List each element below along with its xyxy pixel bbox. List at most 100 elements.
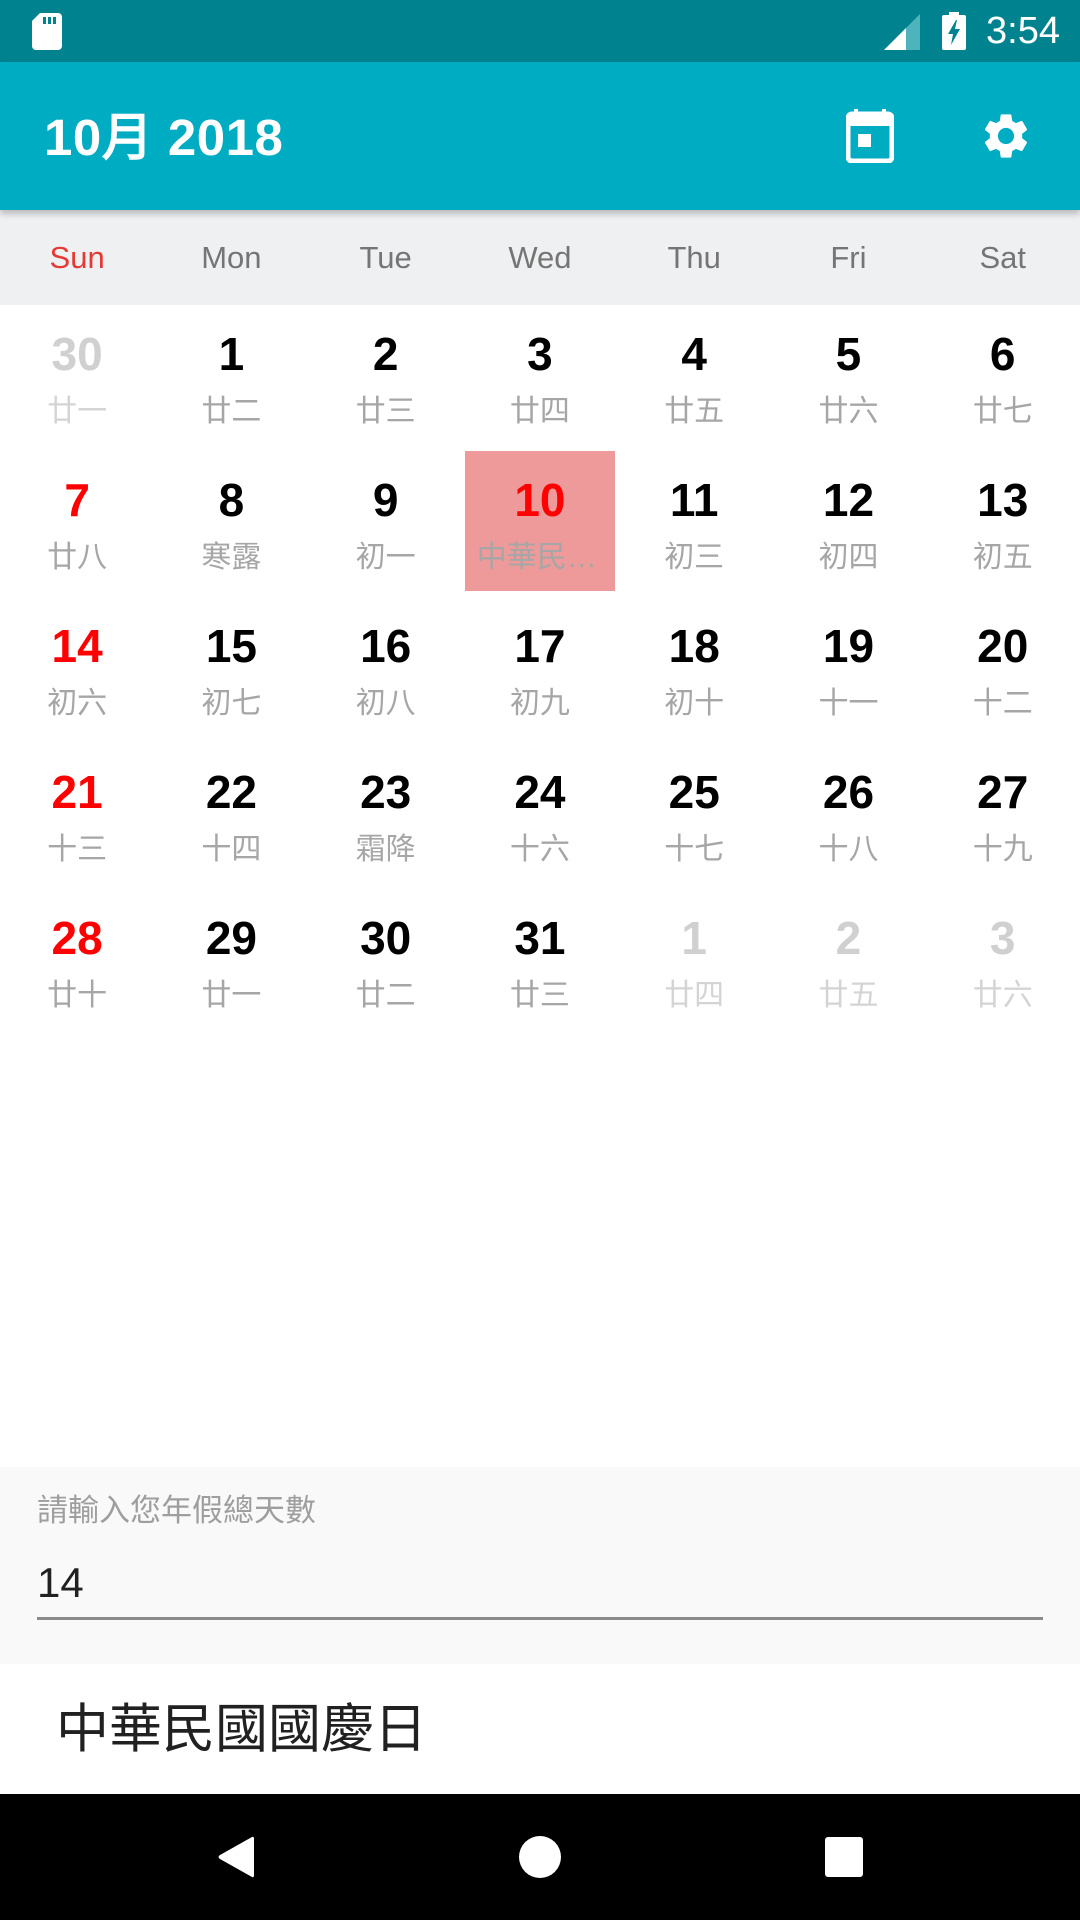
lunar-date-label: 十二 — [972, 687, 1033, 720]
back-button[interactable] — [196, 1817, 276, 1897]
lunar-date-label: 初九 — [509, 687, 570, 720]
weekday-label: Mon — [201, 240, 262, 275]
holiday-name: 中華民國國慶日 — [56, 1700, 427, 1759]
day-cell[interactable]: 25 十七 — [617, 743, 771, 889]
vacation-days-input[interactable] — [37, 1551, 1043, 1615]
day-number: 28 — [51, 912, 103, 964]
day-number: 10 — [514, 474, 566, 526]
month-year-title: 10月 2018 — [44, 109, 284, 166]
back-icon — [218, 1836, 254, 1878]
day-cell[interactable]: 16 初八 — [309, 597, 463, 743]
lunar-date-label: 廿三 — [509, 979, 570, 1012]
week-row: 7 廿八 8 寒露 9 初一 10 中華民國國慶日 11 初三 12 初四 13 初五 — [0, 451, 1080, 597]
lunar-date-label: 廿四 — [509, 395, 570, 428]
input-underline — [37, 1617, 1043, 1620]
day-cell[interactable]: 7 廿八 — [0, 451, 154, 597]
day-cell[interactable]: 28 廿十 — [0, 889, 154, 1035]
vacation-days-panel: 請輸入您年假總天數 — [0, 1467, 1080, 1664]
day-number: 30 — [51, 328, 103, 380]
day-cell[interactable]: 15 初七 — [154, 597, 308, 743]
day-cell[interactable]: 14 初六 — [0, 597, 154, 743]
lunar-date-label: 廿五 — [818, 979, 879, 1012]
holiday-label: 中華民國國慶日 — [476, 541, 617, 574]
day-number: 19 — [822, 620, 875, 672]
day-number: 2 — [835, 912, 862, 964]
day-cell[interactable]: 21 十三 — [0, 743, 154, 889]
recents-icon — [825, 1837, 863, 1877]
day-cell[interactable]: 1 廿四 — [617, 889, 771, 1035]
lunar-date-label: 初十 — [664, 687, 725, 720]
vacation-days-label: 請輸入您年假總天數 — [37, 1493, 316, 1528]
day-cell[interactable]: 30 廿二 — [309, 889, 463, 1035]
day-number: 2 — [372, 328, 399, 380]
weekday-label: Sat — [979, 240, 1026, 275]
lunar-date-label: 十三 — [47, 833, 108, 866]
day-number: 1 — [681, 912, 707, 964]
day-cell[interactable]: 8 寒露 — [154, 451, 308, 597]
day-number: 14 — [51, 620, 103, 672]
day-number: 29 — [205, 912, 257, 964]
recents-button[interactable] — [804, 1817, 884, 1897]
day-cell[interactable]: 3 廿六 — [926, 889, 1080, 1035]
day-cell[interactable]: 22 十四 — [154, 743, 308, 889]
day-number: 11 — [669, 474, 719, 526]
day-cell[interactable]: 23 霜降 — [309, 743, 463, 889]
day-cell[interactable]: 11 初三 — [617, 451, 771, 597]
day-number: 21 — [51, 766, 103, 818]
day-number: 6 — [989, 328, 1016, 380]
lunar-date-label: 霜降 — [355, 833, 416, 866]
day-cell[interactable]: 19 十一 — [771, 597, 925, 743]
day-cell[interactable]: 20 十二 — [926, 597, 1080, 743]
day-number: 7 — [64, 474, 90, 526]
week-row: 30 廿一 1 廿二 2 廿三 3 廿四 4 廿五 5 廿六 6 廿七 — [0, 305, 1080, 451]
day-cell[interactable]: 2 廿五 — [771, 889, 925, 1035]
day-cell[interactable]: 30 廿一 — [0, 305, 154, 451]
day-cell[interactable]: 17 初九 — [463, 597, 617, 743]
holiday-detail-panel: 中華民國國慶日 — [0, 1664, 1080, 1794]
system-nav-bar — [0, 1794, 1080, 1920]
week-row: 28 廿十 29 廿一 30 廿二 31 廿三 1 廿四 2 廿五 3 廿六 — [0, 889, 1080, 1035]
day-cell[interactable]: 12 初四 — [771, 451, 925, 597]
day-cell[interactable]: 18 初十 — [617, 597, 771, 743]
day-cell[interactable]: 2 廿三 — [309, 305, 463, 451]
day-cell[interactable]: 24 十六 — [463, 743, 617, 889]
week-row: 21 十三 22 十四 23 霜降 24 十六 25 十七 26 十八 27 十九 — [0, 743, 1080, 889]
lunar-date-label: 廿二 — [355, 979, 416, 1012]
lunar-date-label: 廿一 — [201, 979, 262, 1012]
day-cell[interactable]: 26 十八 — [771, 743, 925, 889]
day-number: 27 — [977, 766, 1029, 818]
day-cell[interactable]: 31 廿三 — [463, 889, 617, 1035]
lunar-date-label: 廿三 — [355, 395, 416, 428]
lunar-date-label: 初七 — [201, 687, 262, 720]
lunar-date-label: 廿十 — [47, 979, 108, 1012]
lunar-date-label: 初六 — [47, 687, 108, 720]
day-cell[interactable]: 29 廿一 — [154, 889, 308, 1035]
app-toolbar: 10月 2018 — [0, 62, 1080, 210]
day-cell[interactable]: 9 初一 — [309, 451, 463, 597]
day-cell[interactable]: 5 廿六 — [771, 305, 925, 451]
day-cell-selected[interactable]: 10 中華民國國慶日 — [463, 451, 617, 597]
day-cell[interactable]: 13 初五 — [926, 451, 1080, 597]
day-cell[interactable]: 4 廿五 — [617, 305, 771, 451]
settings-button[interactable] — [960, 90, 1052, 182]
lunar-date-label: 寒露 — [201, 541, 262, 574]
lunar-date-label: 廿六 — [818, 395, 879, 428]
day-number: 9 — [372, 474, 399, 526]
day-number: 16 — [360, 620, 412, 672]
day-number: 8 — [218, 474, 245, 526]
day-number: 26 — [822, 766, 875, 818]
calendar-today-icon — [846, 109, 894, 163]
lunar-date-label: 廿四 — [664, 979, 725, 1012]
lunar-date-label: 十九 — [972, 833, 1033, 866]
day-cell[interactable]: 27 十九 — [926, 743, 1080, 889]
lunar-date-label: 初八 — [355, 687, 416, 720]
lunar-date-label: 十七 — [664, 833, 725, 866]
lunar-date-label: 初四 — [818, 541, 879, 574]
day-cell[interactable]: 1 廿二 — [154, 305, 308, 451]
day-cell[interactable]: 6 廿七 — [926, 305, 1080, 451]
day-number: 3 — [527, 328, 553, 380]
weekday-label: Thu — [667, 240, 721, 275]
today-button[interactable] — [824, 90, 916, 182]
home-button[interactable] — [500, 1817, 580, 1897]
day-cell[interactable]: 3 廿四 — [463, 305, 617, 451]
